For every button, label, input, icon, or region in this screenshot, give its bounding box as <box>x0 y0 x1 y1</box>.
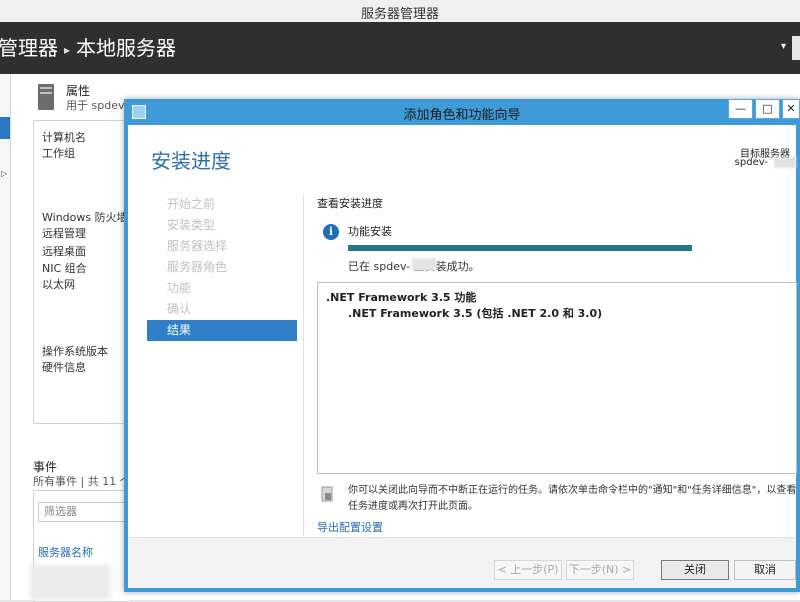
target-server-value: spdev- <box>734 157 768 168</box>
properties-subtitle: 用于 spdev- <box>66 99 129 112</box>
prop-label: 以太网 <box>42 278 75 291</box>
result-feature-main: .NET Framework 3.5 功能 <box>326 291 477 304</box>
step-features: 功能 <box>167 281 192 295</box>
window-titlebar: 服务器管理器 <box>0 0 800 23</box>
dropdown-arrow-icon[interactable]: ▾ <box>781 41 786 52</box>
previous-button[interactable]: < 上一步(P) <box>494 560 562 580</box>
prop-label: 计算机名 <box>42 131 86 144</box>
info-icon: i <box>323 224 339 240</box>
step-confirmation: 确认 <box>167 302 192 316</box>
result-feature-child: .NET Framework 3.5 (包括 .NET 2.0 和 3.0) <box>348 307 603 320</box>
next-button[interactable]: 下一步(N) > <box>566 560 634 580</box>
events-subtitle: 所有事件 | 共 11 个 <box>33 475 131 488</box>
prop-label: 硬件信息 <box>42 361 86 374</box>
wizard-heading: 安装进度 <box>151 149 231 173</box>
progress-bar <box>348 245 692 251</box>
wizard-title: 添加角色和功能向导 <box>403 108 521 123</box>
sidebar: ▷ <box>0 74 11 600</box>
export-config-link[interactable]: 导出配置设置 <box>317 519 383 535</box>
sidebar-item-local-server[interactable] <box>0 117 10 139</box>
prop-label: 远程桌面 <box>42 245 86 258</box>
breadcrumb-page: 本地服务器 <box>76 36 177 60</box>
app-header: 管理器 ▸ 本地服务器 ▾ <box>0 22 800 74</box>
redacted-region <box>774 157 796 168</box>
close-wizard-note: 你可以关闭此向导而不中断正在运行的任务。请依次单击命令栏中的"通知"和"任务详细… <box>348 485 797 512</box>
progress-bar-fill <box>348 245 692 251</box>
prop-label: Windows 防火墙 <box>42 211 128 224</box>
steps-divider <box>303 194 304 536</box>
step-results[interactable]: 结果 <box>147 320 297 341</box>
step-installation-type: 安装类型 <box>167 218 216 232</box>
properties-panel: 计算机名 工作组 Windows 防火墙 远程管理 远程桌面 NIC 组合 以太… <box>33 120 129 424</box>
server-icon <box>38 84 54 110</box>
prop-label: 工作组 <box>42 147 75 160</box>
wizard-body: 安装进度 目标服务器 spdev- 开始之前 安装类型 服务器选择 服务器角色 … <box>128 125 797 588</box>
breadcrumb-separator-icon: ▸ <box>64 42 71 57</box>
close-button[interactable]: 关闭 <box>661 560 729 580</box>
step-server-roles: 服务器角色 <box>167 260 228 274</box>
window-title: 服务器管理器 <box>360 7 439 22</box>
breadcrumb: 管理器 ▸ 本地服务器 <box>0 32 176 61</box>
step-before-you-begin: 开始之前 <box>167 197 216 211</box>
view-progress-label: 查看安装进度 <box>317 197 383 210</box>
wizard-titlebar: 添加角色和功能向导 — □ ✕ <box>124 99 800 125</box>
filter-input[interactable]: 筛选器 <box>38 502 128 522</box>
close-window-button[interactable]: ✕ <box>782 99 800 119</box>
feature-install-label: 功能安装 <box>348 225 392 238</box>
notifications-flag-icon[interactable] <box>792 36 800 60</box>
task-flag-icon <box>321 486 333 502</box>
prop-label: 远程管理 <box>42 227 86 240</box>
step-server-selection: 服务器选择 <box>167 239 228 253</box>
redacted-region <box>412 258 436 271</box>
results-box[interactable]: .NET Framework 3.5 功能 .NET Framework 3.5… <box>317 282 797 474</box>
column-header-server-name[interactable]: 服务器名称 <box>38 544 93 560</box>
cancel-button[interactable]: 取消 <box>734 560 796 580</box>
redacted-region <box>30 565 110 600</box>
chevron-right-icon[interactable]: ▷ <box>1 169 7 178</box>
wizard-dialog: 添加角色和功能向导 — □ ✕ 安装进度 目标服务器 spdev- 开始之前 安… <box>124 99 800 592</box>
prop-label: 操作系统版本 <box>42 345 108 358</box>
maximize-button[interactable]: □ <box>755 99 780 119</box>
minimize-button[interactable]: — <box>728 99 753 119</box>
breadcrumb-root[interactable]: 管理器 <box>0 36 58 60</box>
prop-label: NIC 组合 <box>42 262 87 275</box>
